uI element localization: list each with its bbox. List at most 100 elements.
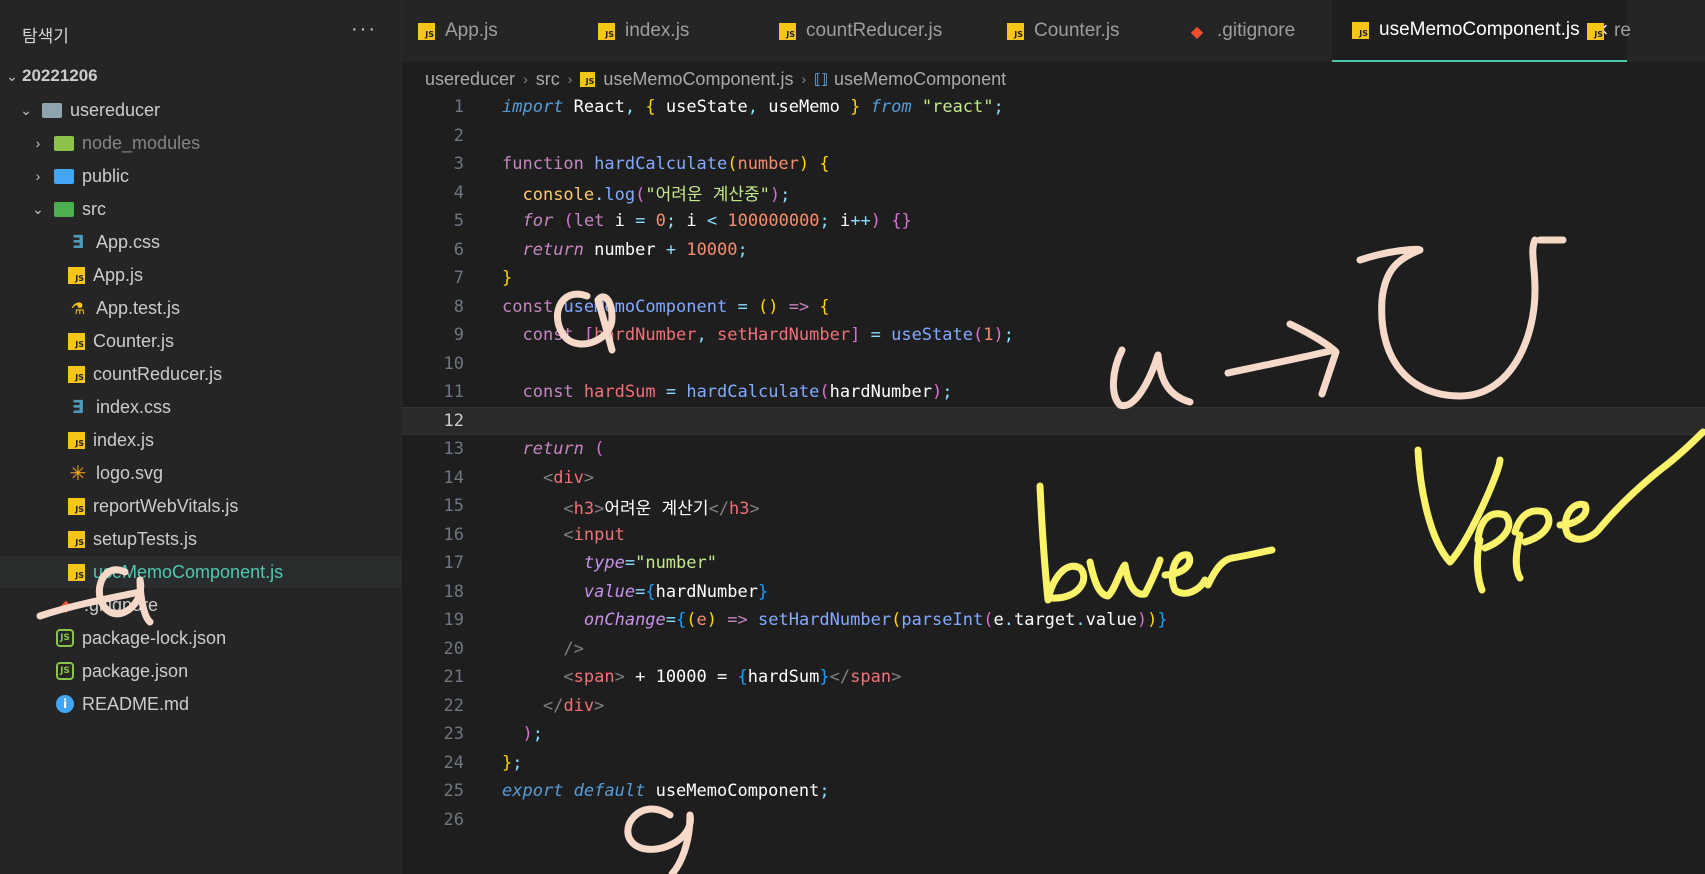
code-text: export default useMemoComponent; [502,781,830,802]
code-text: type="number" [583,553,717,574]
code-line: 5 for (let i = 0; i < 100000000; i++) {} [402,207,1705,236]
breadcrumb-item[interactable]: src [536,69,560,90]
code-line: 21 <span> + 10000 = {hardSum}</span> [402,663,1705,692]
tree-item[interactable]: ✳ logo.svg [0,457,401,489]
test-file-icon: ⚗ [70,298,86,318]
line-number: 3 [453,154,464,175]
tree-item-label: useMemoComponent.js [93,561,284,582]
line-number: 20 [443,638,464,659]
tab-label: Counter.js [1034,20,1120,41]
code-line: 22 </div> [402,692,1705,721]
more-actions-icon[interactable]: ··· [351,18,377,41]
tree-item-label: package-lock.json [82,627,227,648]
tab[interactable]: JS countReducer.js [779,0,942,62]
line-number: 2 [453,125,464,146]
tree-root[interactable]: ⌄ 20221206 [0,60,401,92]
tree-item[interactable]: › node_modules [0,127,401,159]
breadcrumb-item[interactable]: useMemoComponent.js [603,69,793,90]
tree-item[interactable]: JS useMemoComponent.js [0,556,401,588]
code-line: 8 const useMemoComponent = () => { [402,293,1705,322]
code-line: 14 <div> [402,464,1705,493]
code-line: 10 [402,350,1705,379]
tree-item-label: Counter.js [93,330,175,351]
tree-item[interactable]: JS countReducer.js [0,358,401,390]
tree-item[interactable]: ∃ index.css [0,391,401,423]
js-file-icon: JS [68,266,85,284]
code-editor[interactable]: 1 import React, { useState, useMemo } fro… [402,93,1705,874]
tab[interactable]: ◆ .gitignore [1187,0,1295,62]
tree-item[interactable]: › public [0,160,401,192]
js-file-icon: JS [779,22,796,40]
code-text: for (let i = 0; i < 100000000; i++) {} [522,211,912,232]
code-line: 6 return number + 10000; [402,236,1705,265]
code-line-current: 12 [402,406,1705,435]
tree-item-label: reportWebVitals.js [93,495,239,516]
chevron-right-icon: › [523,71,528,87]
code-text: <input [563,524,625,545]
tree-item[interactable]: JS index.js [0,424,401,456]
tab[interactable]: JS Counter.js [1007,0,1120,62]
js-file-icon: JS [1007,22,1024,40]
tab[interactable]: JS re [1587,0,1631,62]
line-number: 22 [443,695,464,716]
tab-active[interactable]: JSuseMemoComponent.js× [1332,0,1627,62]
info-icon: i [56,695,74,713]
code-line: 15 <h3>어려운 계산기</h3> [402,492,1705,521]
tree-folder-usereducer[interactable]: ⌄ usereducer [0,94,401,126]
code-text: } [502,268,513,289]
code-line: 1 import React, { useState, useMemo } fro… [402,93,1705,122]
code-line: 7} [402,264,1705,293]
tab-label: .gitignore [1217,20,1296,41]
line-number: 1 [453,97,464,118]
code-text: }; [502,752,523,773]
chevron-right-icon: › [35,135,41,151]
tree-item[interactable]: JS package-lock.json [0,622,401,654]
tree-item[interactable]: i README.md [0,688,401,720]
tree-item[interactable]: JS App.js [0,259,401,291]
chevron-down-icon: ⌄ [6,67,18,84]
tree-item-label: public [82,165,130,186]
line-number: 6 [453,239,464,260]
breadcrumb-item[interactable]: useMemoComponent [834,69,1006,90]
folder-open-icon [54,201,74,217]
js-file-icon: JS [68,530,85,548]
code-line: 23 ); [402,720,1705,749]
line-number: 19 [443,610,464,631]
line-number: 16 [443,524,464,545]
chevron-down-icon: ⌄ [20,101,32,118]
breadcrumb-item[interactable]: usereducer [425,69,515,90]
code-text: <h3>어려운 계산기</h3> [563,498,760,519]
git-icon: ◆ [1190,21,1204,41]
code-line: 11 const hardSum = hardCalculate(hardNum… [402,378,1705,407]
tree-item[interactable]: ∃ App.css [0,226,401,258]
folder-icon [54,168,74,184]
line-number: 15 [443,496,464,517]
tab[interactable]: JS App.js [418,0,498,62]
code-line: 26 [402,806,1705,835]
tree-item-label: src [82,198,106,219]
code-line: 3 function hardCalculate(number) { [402,150,1705,179]
tree-item[interactable]: ⌄ src [0,193,401,225]
js-file-icon: JS [68,497,85,515]
tree-item-label: logo.svg [96,462,164,483]
tree-item[interactable]: JS setupTests.js [0,523,401,555]
code-line: 25 export default useMemoComponent; [402,777,1705,806]
line-number: 21 [443,667,464,688]
js-file-icon: JS [68,563,85,581]
tree-root-label: 20221206 [22,66,98,85]
line-number: 4 [453,182,464,203]
code-text: value={hardNumber} [583,581,769,602]
code-line: 2 [402,122,1705,151]
tree-item[interactable]: JS reportWebVitals.js [0,490,401,522]
tree-item[interactable]: ⚗ App.test.js [0,292,401,324]
line-number: 18 [443,581,464,602]
line-number: 8 [453,296,464,317]
git-icon: ◆ [59,595,73,615]
tab[interactable]: JS index.js [598,0,689,62]
tree-item[interactable]: JS package.json [0,655,401,687]
code-text: ); [522,724,543,745]
code-line: 13 return ( [402,435,1705,464]
tree-item[interactable]: ◆ .gitignore [0,589,401,621]
tree-item[interactable]: JS Counter.js [0,325,401,357]
tree-item-label: package.json [82,660,189,681]
